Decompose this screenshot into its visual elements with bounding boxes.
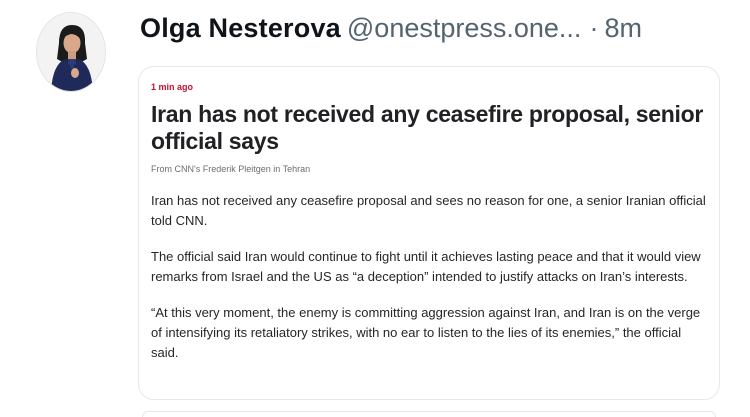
- article-paragraph: “At this very moment, the enemy is commi…: [151, 305, 701, 360]
- article-content: 1 min ago Iran has not received any ceas…: [151, 81, 711, 363]
- author-name[interactable]: Olga Nesterova: [140, 13, 341, 43]
- post-timestamp[interactable]: 8m: [604, 13, 642, 43]
- article-screenshot-card[interactable]: 1 min ago Iran has not received any ceas…: [138, 66, 720, 400]
- profile-photo-icon: [37, 13, 105, 91]
- article-paragraph: Iran has not received any ceasefire prop…: [151, 193, 706, 228]
- post-header: Olga Nesterova @onestpress.one... · 8m: [140, 10, 642, 46]
- article-timestamp: 1 min ago: [151, 82, 194, 92]
- post[interactable]: Olga Nesterova @onestpress.one... · 8m 1 mi…: [0, 0, 750, 417]
- article-paragraph: The official said Iran would continue to…: [151, 249, 701, 284]
- separator-dot: ·: [589, 13, 599, 43]
- article-headline: Iran has not received any ceasefire prop…: [151, 101, 703, 154]
- next-card-edge: [142, 411, 716, 417]
- author-handle[interactable]: @onestpress.one...: [347, 13, 582, 43]
- avatar[interactable]: [36, 12, 106, 92]
- article-byline: From CNN's Frederik Pleitgen in Tehran: [151, 164, 311, 174]
